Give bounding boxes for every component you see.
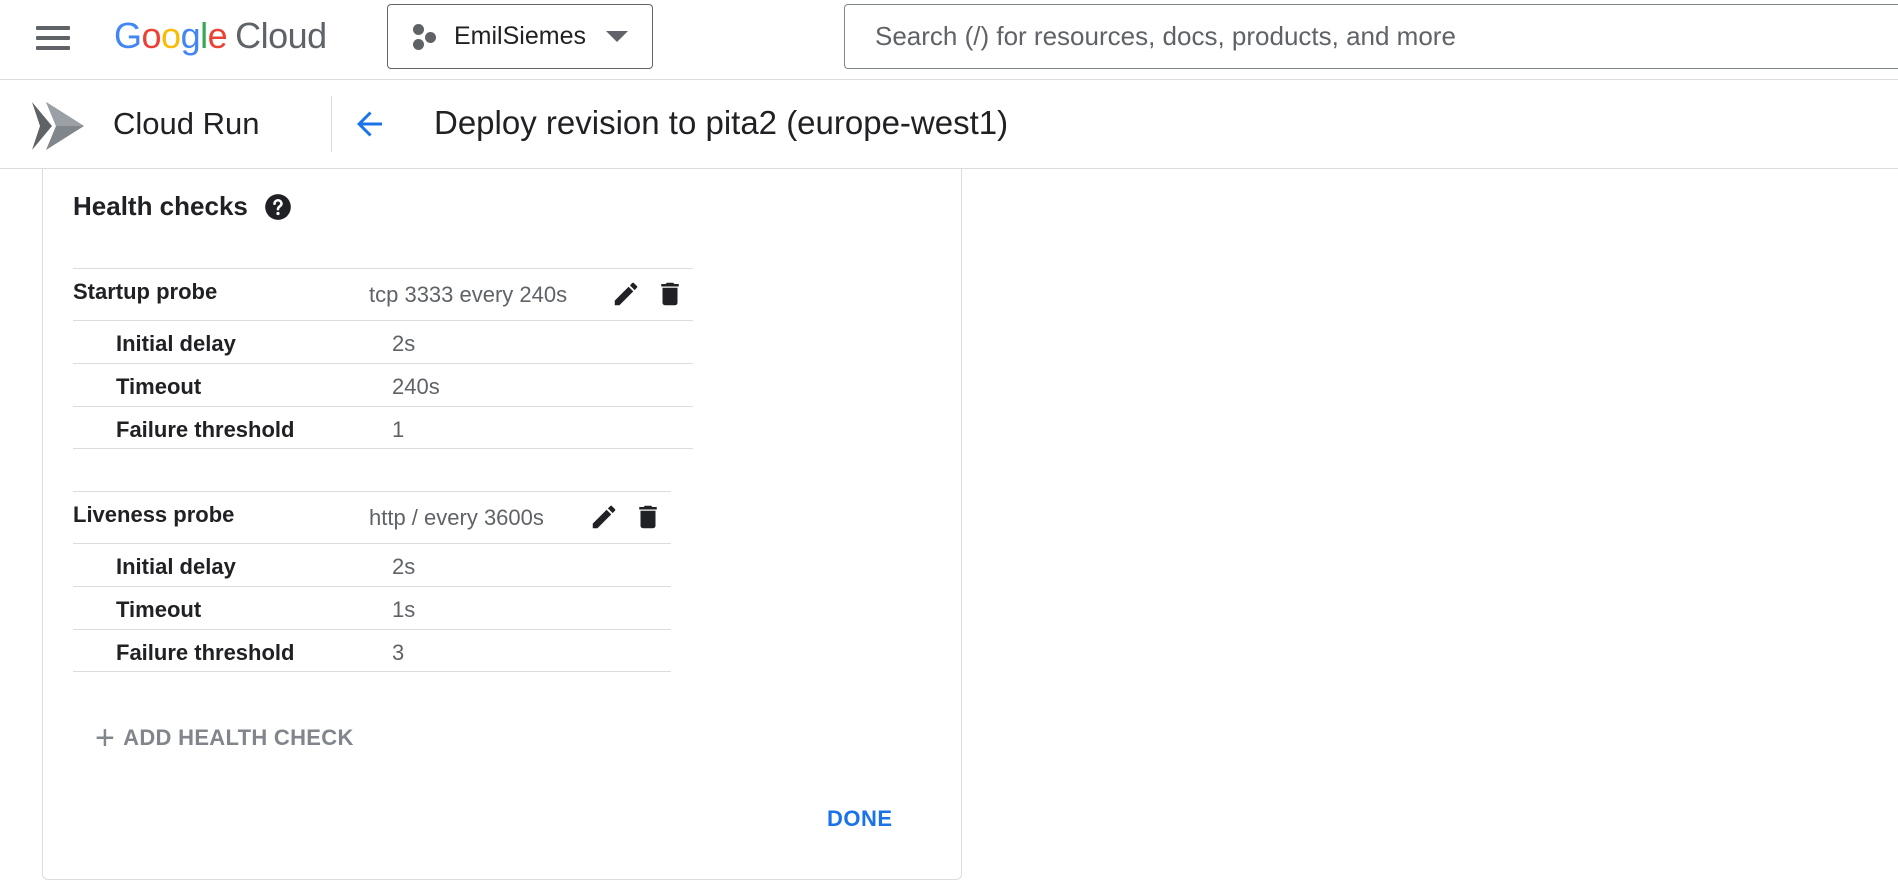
- row-value: 2s: [392, 554, 416, 579]
- health-checks-panel: Health checks Startup probe tcp 3333 eve…: [42, 169, 962, 880]
- top-app-bar: Go o g l e Cloud EmilSiemes Search (/) for re…: [0, 0, 1898, 80]
- table-row: Initial delay 2s: [73, 320, 693, 363]
- cloud-run-icon[interactable]: [30, 98, 86, 154]
- table-row: Timeout 240s: [73, 363, 693, 406]
- row-label: Initial delay: [116, 331, 236, 356]
- product-title: Cloud Run: [113, 106, 260, 141]
- header-divider: [331, 96, 332, 152]
- row-label: Initial delay: [116, 554, 236, 579]
- help-icon[interactable]: [264, 193, 292, 221]
- row-value: 3: [392, 640, 405, 665]
- section-title: Health checks: [73, 191, 292, 222]
- row-value: 1s: [392, 597, 416, 622]
- row-label: Failure threshold: [116, 417, 295, 442]
- table-row: Timeout 1s: [73, 586, 671, 629]
- delete-icon[interactable]: [655, 279, 685, 309]
- chevron-down-icon: [605, 31, 628, 42]
- project-name: EmilSiemes: [454, 22, 586, 50]
- probe-label: Liveness probe: [73, 502, 235, 527]
- liveness-probe: Liveness probe http / every 3600s Initia…: [73, 491, 671, 672]
- row-value: 240s: [392, 374, 440, 399]
- probe-summary: http / every 3600s: [369, 505, 544, 530]
- page-title: Deploy revision to pita2 (europe-west1): [434, 104, 1009, 141]
- row-label: Failure threshold: [116, 640, 295, 665]
- plus-icon: +: [95, 719, 116, 757]
- probe-label: Startup probe: [73, 279, 218, 304]
- search-input[interactable]: Search (/) for resources, docs, products…: [844, 4, 1898, 69]
- edit-icon[interactable]: [589, 502, 619, 532]
- row-value: 2s: [392, 331, 416, 356]
- page-header: Cloud Run Deploy revision to pita2 (euro…: [0, 80, 1898, 169]
- probe-summary: tcp 3333 every 240s: [369, 282, 568, 307]
- row-label: Timeout: [116, 597, 202, 622]
- google-cloud-logo[interactable]: Go o g l e Cloud: [114, 14, 327, 58]
- table-row: Failure threshold 3: [73, 629, 671, 672]
- project-picker-button[interactable]: EmilSiemes: [387, 4, 653, 69]
- table-row: Failure threshold 1: [73, 406, 693, 449]
- delete-icon[interactable]: [633, 502, 663, 532]
- row-label: Timeout: [116, 374, 202, 399]
- add-health-check-button[interactable]: + ADD HEALTH CHECK: [95, 718, 354, 758]
- startup-probe: Startup probe tcp 3333 every 240s Initia…: [73, 268, 693, 449]
- project-icon: [410, 23, 438, 51]
- menu-icon[interactable]: [36, 20, 84, 56]
- done-button[interactable]: DONE: [827, 806, 893, 832]
- search-placeholder: Search (/) for resources, docs, products…: [875, 21, 1456, 51]
- back-arrow-icon[interactable]: [346, 100, 394, 148]
- edit-icon[interactable]: [611, 279, 641, 309]
- table-row: Initial delay 2s: [73, 543, 671, 586]
- probe-header-row: Liveness probe http / every 3600s: [73, 491, 671, 543]
- row-value: 1: [392, 417, 405, 442]
- probe-header-row: Startup probe tcp 3333 every 240s: [73, 268, 693, 320]
- add-health-check-label: ADD HEALTH CHECK: [123, 725, 354, 750]
